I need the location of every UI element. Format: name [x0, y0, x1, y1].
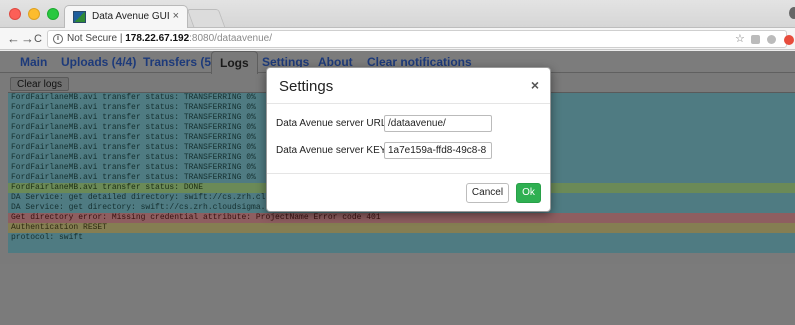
extension-icon[interactable] — [784, 35, 794, 45]
tab-transfers[interactable]: Transfers (5) — [143, 55, 215, 69]
info-icon[interactable]: i — [53, 34, 63, 44]
url-separator: | — [119, 33, 123, 44]
modal-title: Settings — [279, 78, 334, 95]
new-tab-button[interactable] — [186, 9, 226, 27]
url-label: Data Avenue server URL: — [276, 118, 390, 129]
window-maximize-button[interactable] — [47, 8, 59, 20]
forward-button[interactable]: → — [21, 31, 34, 47]
modal-header: Settings × — [267, 68, 550, 104]
browser-toolbar: ← → C i Not Secure | 178.22.67.192:8080/… — [0, 28, 795, 50]
tab-uploads[interactable]: Uploads (4/4) — [61, 55, 136, 69]
profile-icon[interactable] — [789, 7, 795, 19]
url-host: 178.22.67.192 — [125, 33, 190, 44]
key-row: Data Avenue server KEY: — [276, 142, 546, 160]
extension-icon[interactable] — [767, 35, 776, 44]
security-label: Not Secure — [67, 33, 118, 44]
window-close-button[interactable] — [9, 8, 21, 20]
tab-title: Data Avenue GUI — [92, 11, 170, 22]
reload-button[interactable]: C — [34, 31, 42, 47]
log-line — [8, 243, 795, 253]
url-text: Not Secure | 178.22.67.192:8080/dataaven… — [67, 31, 272, 47]
close-icon[interactable]: × — [531, 77, 539, 93]
log-line: protocol: swift — [8, 233, 795, 243]
tab-logs[interactable]: Logs — [211, 51, 258, 74]
server-key-input[interactable] — [384, 142, 492, 159]
browser-titlebar: Data Avenue GUI × — [0, 0, 795, 29]
bookmark-star-icon[interactable]: ☆ — [735, 31, 745, 47]
empty-area — [0, 264, 795, 325]
favicon-icon — [73, 11, 86, 23]
server-url-input[interactable] — [384, 115, 492, 132]
window-minimize-button[interactable] — [28, 8, 40, 20]
ok-button[interactable]: Ok — [516, 183, 541, 203]
log-line: Get directory error: Missing credential … — [8, 213, 795, 223]
browser-tab[interactable]: Data Avenue GUI × — [64, 5, 188, 29]
tab-main[interactable]: Main — [20, 55, 47, 69]
url-row: Data Avenue server URL: — [276, 115, 546, 133]
cancel-button[interactable]: Cancel — [466, 183, 509, 203]
key-label: Data Avenue server KEY: — [276, 145, 389, 156]
tab-close-icon[interactable]: × — [173, 10, 179, 22]
url-path: :8080/dataavenue/ — [189, 33, 273, 44]
address-bar[interactable]: i Not Secure | 178.22.67.192:8080/dataav… — [47, 30, 794, 48]
modal-footer: Cancel Ok — [267, 173, 550, 212]
log-line: Authentication RESET — [8, 223, 795, 233]
back-button[interactable]: ← — [7, 31, 20, 47]
clear-logs-button[interactable]: Clear logs — [10, 77, 70, 91]
extension-icon[interactable] — [751, 35, 760, 44]
settings-modal: Settings × Data Avenue server URL: Data … — [266, 67, 551, 212]
